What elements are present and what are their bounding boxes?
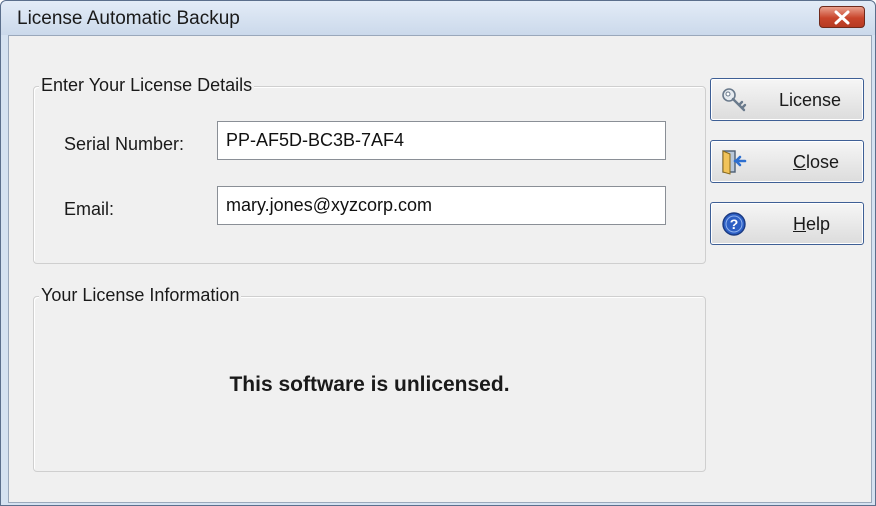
close-button[interactable]: Close <box>710 140 864 183</box>
key-icon <box>722 88 747 112</box>
license-details-group: Enter Your License Details Serial Number… <box>33 75 706 264</box>
close-button-label: Close <box>793 152 839 173</box>
exit-door-icon <box>722 150 747 175</box>
help-label-rest: elp <box>806 214 831 234</box>
license-details-legend: Enter Your License Details <box>39 75 255 96</box>
help-button-label: Help <box>793 214 830 235</box>
license-status-text: This software is unlicensed. <box>229 373 510 396</box>
license-info-legend: Your License Information <box>39 285 242 306</box>
dialog-client-area: Enter Your License Details Serial Number… <box>8 35 872 503</box>
license-button[interactable]: License <box>710 78 864 121</box>
dialog-window: License Automatic Backup Enter Your Lice… <box>0 0 876 506</box>
window-title: License Automatic Backup <box>17 8 240 29</box>
window-close-button[interactable] <box>819 6 865 28</box>
help-button[interactable]: ? Help <box>710 202 864 245</box>
email-label: Email: <box>64 199 115 219</box>
email-input[interactable] <box>217 186 666 225</box>
close-label-rest: lose <box>806 152 840 172</box>
license-button-label: License <box>779 90 842 110</box>
license-info-group: Your License Information This software i… <box>33 285 706 472</box>
svg-text:?: ? <box>730 216 739 232</box>
close-icon <box>834 10 850 25</box>
help-icon: ? <box>722 212 746 236</box>
serial-number-label: Serial Number: <box>64 134 185 154</box>
help-mnemonic: H <box>793 214 806 234</box>
serial-number-input[interactable] <box>217 121 666 160</box>
title-bar[interactable]: License Automatic Backup <box>1 1 875 35</box>
close-mnemonic: C <box>793 152 806 172</box>
